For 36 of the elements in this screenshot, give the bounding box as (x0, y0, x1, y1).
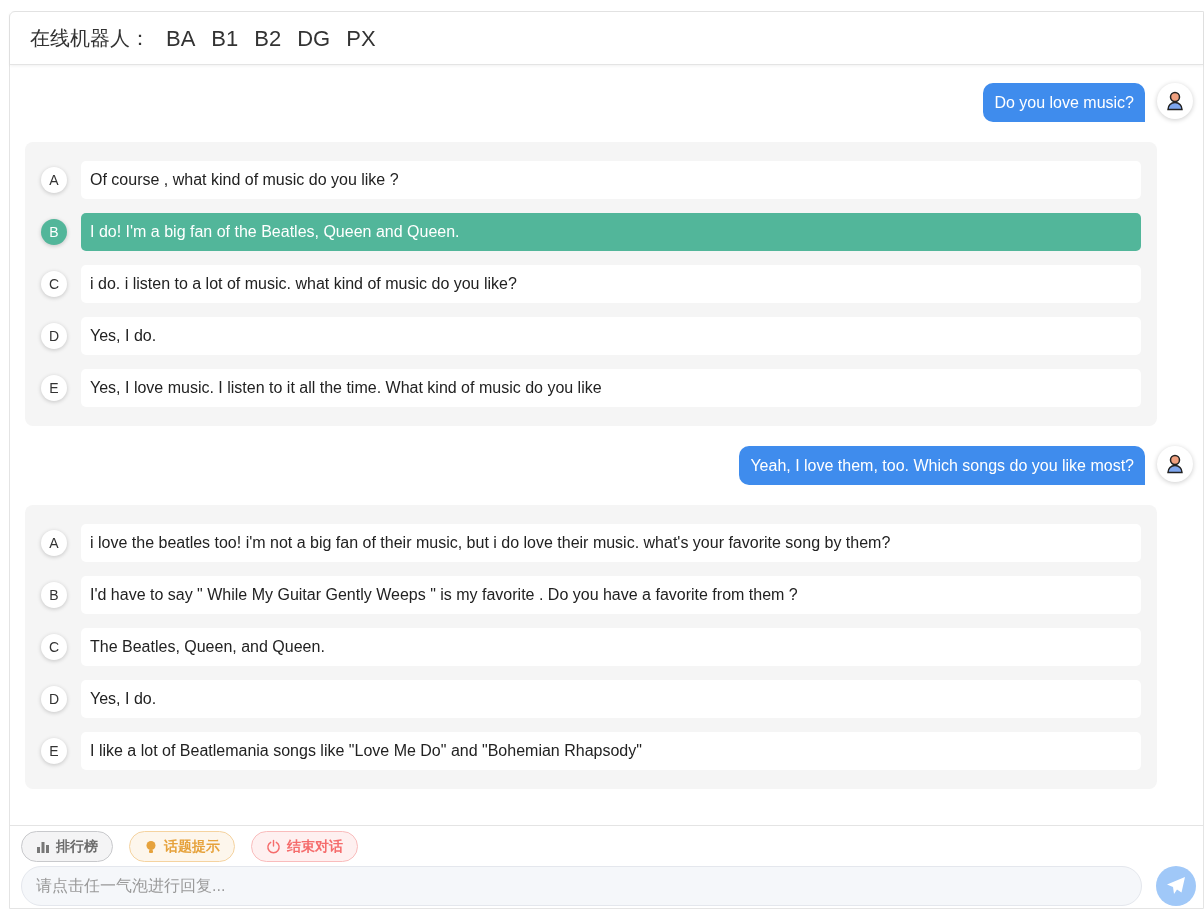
lightbulb-icon (144, 839, 158, 854)
bot-name: BA (166, 24, 196, 53)
send-icon (1166, 876, 1186, 896)
reply-option-bubble[interactable]: Of course , what kind of music do you like ? (81, 161, 1141, 199)
reply-option-bubble[interactable]: Yes, I do. (81, 680, 1141, 718)
option-letter: C (41, 271, 67, 297)
bot-name: B2 (254, 24, 282, 53)
reply-option-bubble[interactable]: I like a lot of Beatlemania songs like "Love Me Do" and "Bohemian Rhapsody" (81, 732, 1141, 770)
person-icon (1166, 454, 1184, 474)
reply-option-bubble[interactable]: i love the beatles too! i'm not a big fan of their music, but i do love their music. what's your favorite song by them? (81, 524, 1141, 562)
option-letter: B (41, 219, 67, 245)
reply-option-bubble[interactable]: Yes, I love music. I listen to it all the time. What kind of music do you like (81, 369, 1141, 407)
option-letter: D (41, 323, 67, 349)
bar-chart-icon (36, 839, 50, 854)
bot-name: B1 (211, 24, 239, 53)
send-button[interactable] (1156, 866, 1196, 906)
option-letter: E (41, 738, 67, 764)
user-message-bubble: Do you love music? (983, 83, 1145, 122)
bot-name: PX (346, 24, 376, 53)
online-bots-label: 在线机器人： (30, 25, 150, 52)
option-letter: A (41, 167, 67, 193)
reply-option-bubble[interactable]: i do. i listen to a lot of music. what kind of music do you like? (81, 265, 1141, 303)
reply-option-bubble[interactable]: Yes, I do. (81, 317, 1141, 355)
reply-input-field[interactable]: 请点击任一气泡进行回复... (21, 866, 1142, 906)
option-letter: B (41, 582, 67, 608)
option-letter: E (41, 375, 67, 401)
user-message-bubble: Yeah, I love them, too. Which songs do you like most? (739, 446, 1145, 485)
person-icon (1166, 91, 1184, 111)
reply-option-bubble[interactable]: The Beatles, Queen, and Queen. (81, 628, 1141, 666)
bot-name: DG (297, 24, 331, 53)
reply-option-bubble[interactable]: I'd have to say " While My Guitar Gently Weeps " is my favorite . Do you have a favorite from them ? (81, 576, 1141, 614)
option-letter: C (41, 634, 67, 660)
toolbar-button[interactable]: 排行榜 (21, 831, 113, 862)
option-letter: A (41, 530, 67, 556)
power-icon (266, 839, 281, 854)
option-letter: D (41, 686, 67, 712)
